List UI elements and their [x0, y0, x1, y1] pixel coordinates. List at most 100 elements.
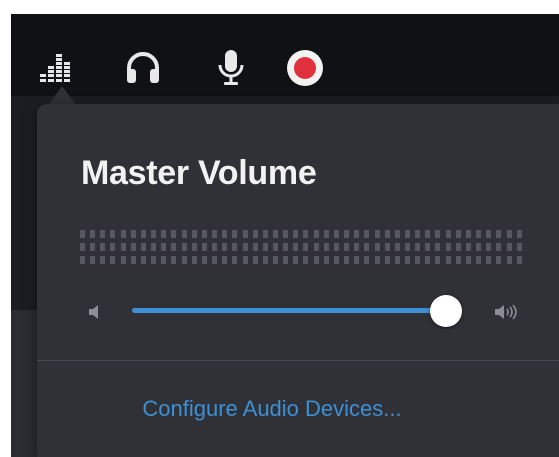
popover-arrow — [48, 86, 76, 105]
level-meter-segment — [465, 243, 471, 251]
level-meter-segment — [354, 230, 360, 238]
level-meter-segment — [465, 256, 471, 264]
level-meter-segment — [242, 256, 248, 264]
level-meter-segment — [354, 243, 360, 251]
level-meter-segment — [435, 230, 441, 238]
level-meter-segment — [80, 230, 85, 238]
level-meter-segment — [465, 230, 471, 238]
level-meter-segment — [181, 243, 187, 251]
level-meter-segment — [313, 230, 319, 238]
level-meter — [80, 230, 522, 264]
levels-icon[interactable] — [38, 48, 74, 88]
level-meter-segment — [364, 230, 370, 238]
level-meter-segment — [445, 256, 451, 264]
level-meter-segment — [181, 230, 187, 238]
level-meter-segment — [445, 230, 451, 238]
level-meter-segment — [171, 243, 177, 251]
level-meter-segment — [201, 243, 207, 251]
configure-audio-devices-link[interactable]: Configure Audio Devices... — [37, 396, 507, 422]
headphones-icon[interactable] — [123, 48, 163, 88]
level-meter-segment — [364, 243, 370, 251]
level-meter-segment — [425, 256, 431, 264]
level-meter-segment — [516, 243, 522, 251]
volume-high-icon — [493, 304, 523, 325]
level-meter-segment — [191, 256, 197, 264]
level-meter-segment — [313, 243, 319, 251]
level-meter-segment — [506, 256, 512, 264]
level-meter-segment — [242, 230, 248, 238]
level-meter-row-middle — [80, 243, 522, 251]
level-meter-segment — [323, 256, 329, 264]
level-meter-segment — [171, 230, 177, 238]
level-meter-segment — [303, 256, 309, 264]
level-meter-segment — [140, 230, 146, 238]
level-meter-segment — [516, 230, 522, 238]
volume-low-icon — [87, 304, 103, 325]
level-meter-segment — [283, 243, 289, 251]
level-meter-segment — [272, 256, 278, 264]
level-meter-segment — [435, 243, 441, 251]
level-meter-segment — [232, 256, 238, 264]
level-meter-segment — [405, 256, 410, 264]
level-meter-segment — [120, 230, 126, 238]
level-meter-segment — [151, 243, 157, 251]
level-meter-segment — [80, 243, 85, 251]
record-icon[interactable] — [283, 48, 327, 88]
volume-slider-track[interactable] — [132, 308, 446, 313]
level-meter-segment — [252, 256, 258, 264]
screen: Master Volume Configure Audio Devices... — [0, 0, 559, 457]
level-meter-segment — [272, 230, 278, 238]
level-meter-segment — [506, 243, 512, 251]
level-meter-segment — [486, 256, 492, 264]
level-meter-segment — [384, 256, 390, 264]
level-meter-segment — [252, 243, 258, 251]
level-meter-segment — [405, 243, 410, 251]
volume-slider-thumb[interactable] — [430, 295, 462, 327]
level-meter-segment — [425, 243, 431, 251]
level-meter-segment — [303, 243, 309, 251]
level-meter-segment — [445, 243, 451, 251]
level-meter-segment — [486, 230, 492, 238]
level-meter-segment — [212, 256, 218, 264]
level-meter-segment — [323, 230, 329, 238]
level-meter-segment — [333, 243, 339, 251]
microphone-icon[interactable] — [213, 48, 249, 88]
level-meter-segment — [384, 243, 390, 251]
level-meter-segment — [191, 243, 197, 251]
level-meter-segment — [394, 230, 400, 238]
level-meter-segment — [272, 243, 278, 251]
level-meter-segment — [161, 230, 167, 238]
level-meter-segment — [303, 230, 309, 238]
level-meter-segment — [344, 256, 350, 264]
level-meter-segment — [374, 256, 380, 264]
level-meter-segment — [212, 230, 218, 238]
level-meter-segment — [283, 256, 289, 264]
level-meter-segment — [374, 230, 380, 238]
level-meter-segment — [394, 256, 400, 264]
level-meter-segment — [293, 230, 299, 238]
level-meter-segment — [90, 256, 96, 264]
level-meter-segment — [354, 256, 360, 264]
master-volume-popover: Master Volume Configure Audio Devices... — [37, 104, 559, 457]
level-meter-segment — [344, 230, 350, 238]
level-meter-segment — [506, 230, 512, 238]
level-meter-segment — [425, 230, 431, 238]
level-meter-segment — [333, 256, 339, 264]
level-meter-segment — [201, 230, 207, 238]
level-meter-segment — [171, 256, 177, 264]
popover-divider — [37, 360, 559, 361]
level-meter-segment — [110, 230, 116, 238]
level-meter-segment — [333, 230, 339, 238]
level-meter-segment — [100, 230, 106, 238]
level-meter-segment — [323, 243, 329, 251]
level-meter-segment — [222, 256, 228, 264]
level-meter-segment — [364, 256, 370, 264]
level-meter-segment — [476, 256, 482, 264]
level-meter-segment — [161, 243, 167, 251]
level-meter-segment — [455, 243, 461, 251]
level-meter-segment — [405, 230, 410, 238]
level-meter-segment — [415, 243, 421, 251]
level-meter-segment — [374, 243, 380, 251]
level-meter-segment — [80, 256, 85, 264]
level-meter-segment — [262, 256, 268, 264]
